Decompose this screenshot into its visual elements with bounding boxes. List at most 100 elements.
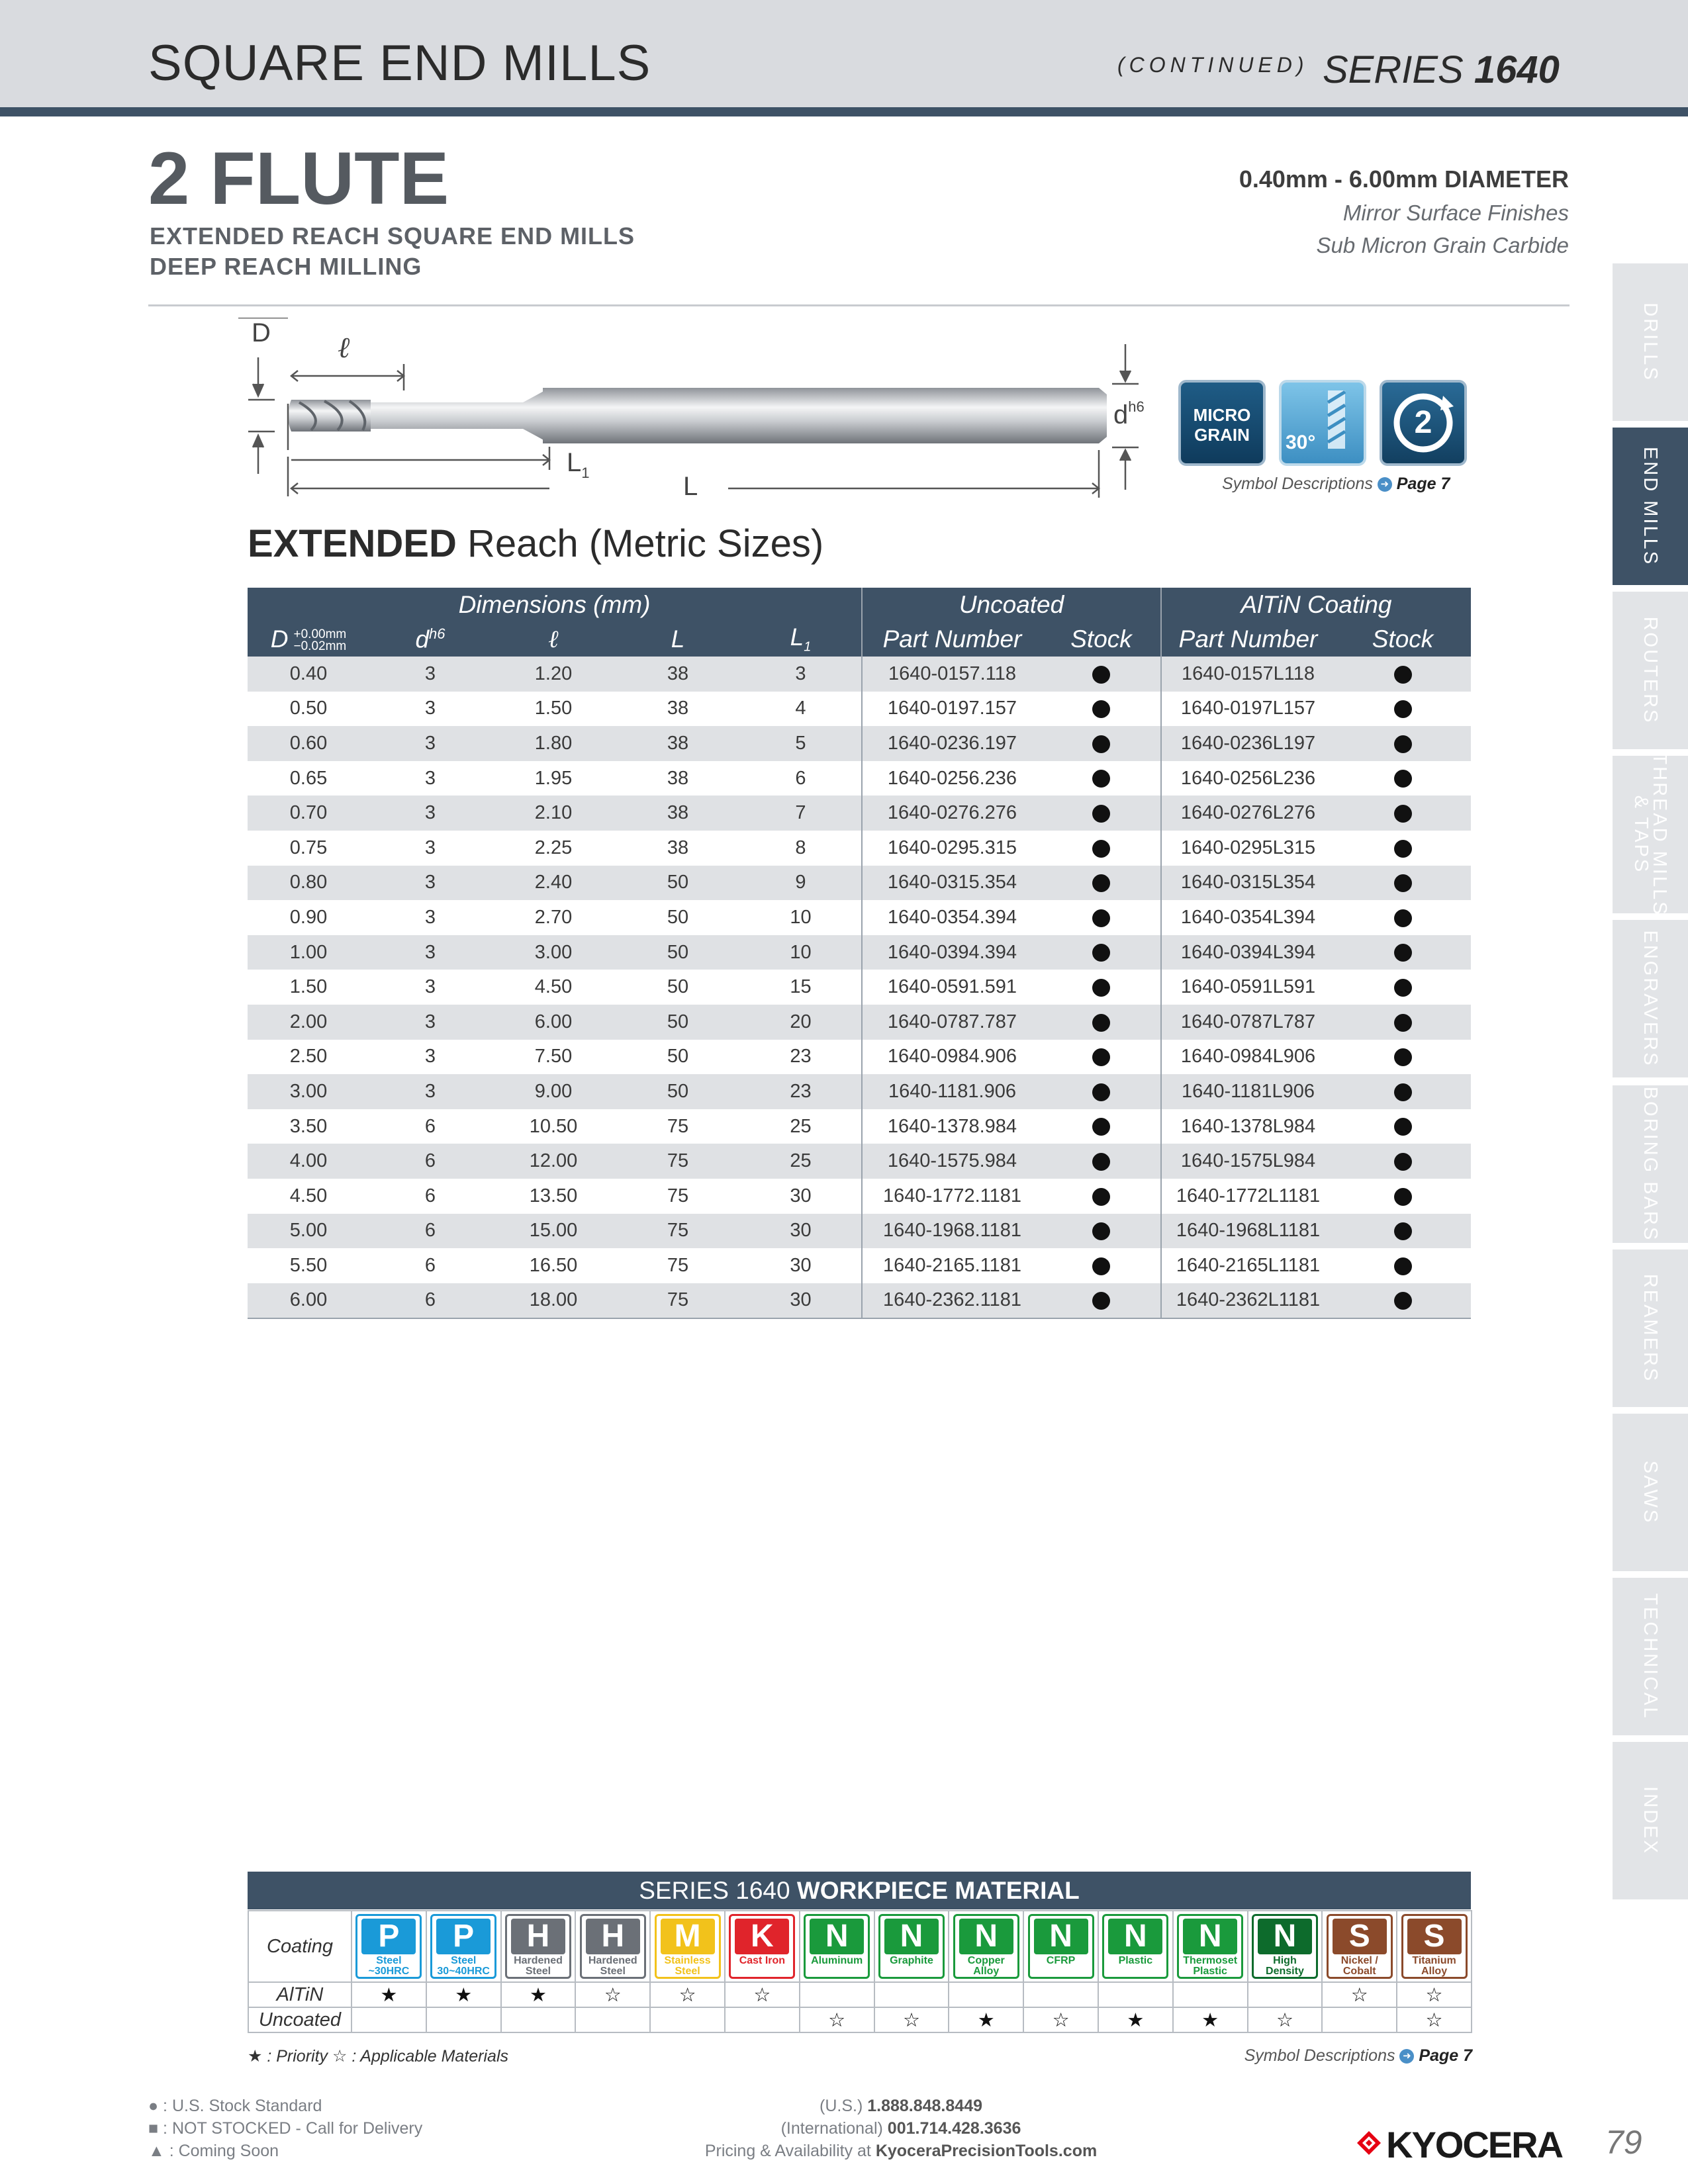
cell-part-altin: 1640-1181L906 [1160,1074,1335,1109]
diameter-range: 0.40mm - 6.00mm DIAMETER [1239,165,1569,193]
col-D: D +0.00mm −0.02mm [248,622,369,657]
material-letter: S [1407,1919,1462,1954]
altin-rating [1246,1981,1323,2008]
symbol-descriptions-link-2[interactable]: Symbol Descriptions ➜ Page 7 [1244,2046,1472,2066]
side-tab-thread-mills-taps[interactable]: THREAD MILLS & TAPS [1613,752,1688,917]
side-tab-engravers[interactable]: ENGRAVERS [1613,920,1688,1077]
material-name: Steel [376,1955,402,1966]
side-tab-drills[interactable]: DRILLS [1613,263,1688,421]
material-n-icon: N CFRP [1027,1914,1094,1979]
altin-rating: ☆ [1321,1981,1398,2008]
symbol-descriptions-link[interactable]: Symbol Descriptions ➜ Page 7 [1222,475,1450,494]
side-tab-boring-bars[interactable]: BORING BARS [1613,1085,1688,1243]
cell-part-uncoated: 1640-2362.1181 [861,1283,1042,1320]
cell-part-altin: 1640-1378L984 [1160,1109,1335,1144]
material-cell: M Stainless Steel [649,1910,726,1983]
stock-dot-icon [1092,1083,1110,1101]
helix-angle-badge: 30° [1279,380,1366,466]
cell-L: 50 [616,934,740,970]
micro-grain-line2: GRAIN [1194,425,1250,445]
cell-part-uncoated: 1640-1378.984 [861,1109,1042,1144]
feature-1: Mirror Surface Finishes [1342,201,1569,225]
cell-part-altin: 1640-0354L394 [1160,900,1335,935]
side-tab-routers[interactable]: ROUTERS [1613,592,1688,749]
kyocera-logo-icon [1357,2131,1381,2155]
cell-D: 1.50 [248,970,369,1005]
side-tab-end-mills[interactable]: END MILLS [1613,428,1688,585]
cell-stock-altin [1335,1248,1472,1283]
material-letter: N [959,1919,1013,1954]
cell-l: 9.00 [491,1074,616,1109]
cell-L: 75 [616,1248,740,1283]
col-L: L [616,622,740,657]
cell-part-uncoated: 1640-0295.315 [861,830,1042,866]
side-tab-saws[interactable]: SAWS [1613,1414,1688,1571]
material-n-icon: N Thermoset Plastic [1177,1914,1244,1979]
stock-dot-icon [1092,770,1110,788]
material-letter: P [361,1919,416,1954]
cell-D: 4.50 [248,1178,369,1214]
material-sub: Alloy [1421,1966,1448,1977]
series-number: 1640 [1474,48,1560,91]
material-letter: N [1183,1919,1238,1954]
helix-icon: 30° [1286,390,1346,453]
cell-part-uncoated: 1640-1575.984 [861,1144,1042,1179]
material-letter: N [884,1919,939,1954]
cell-L1: 23 [740,1039,862,1075]
cell-L: 75 [616,1283,740,1320]
cell-stock-altin [1335,760,1472,796]
stock-dot-icon [1393,1257,1412,1275]
metric-sizes-table: Dimensions (mm) Uncoated AlTiN Coating D… [248,588,1472,1320]
cell-D: 0.90 [248,900,369,935]
cell-stock-uncoated [1042,1074,1162,1109]
cell-stock-altin [1335,726,1472,761]
cell-L: 75 [616,1213,740,1249]
stock-dot-icon [1393,1048,1412,1067]
cell-l: 16.50 [491,1248,616,1283]
stock-dot-icon [1092,1292,1110,1310]
cell-d: 3 [369,865,491,901]
altin-rating [1172,1981,1248,2008]
row-altin-label: AlTiN [248,1981,352,2008]
material-letter: N [1257,1919,1312,1954]
material-cell: S Nickel / Cobalt [1321,1910,1398,1983]
cell-part-altin: 1640-1575L984 [1160,1144,1335,1179]
cell-D: 0.75 [248,830,369,866]
col-stock-altin: Stock [1335,622,1472,657]
cell-L: 75 [616,1144,740,1179]
col-L1: L1 [740,622,862,657]
table-row: 2.50 3 7.50 50 23 1640-0984.906 1640-0984L906 [248,1039,1472,1075]
micro-grain-line1: MICRO [1193,405,1251,425]
star-legend: ★ : Priority ☆ : Applicable Materials [248,2047,509,2066]
material-name: Cast Iron [739,1955,786,1966]
cell-stock-altin [1335,1144,1472,1179]
cell-L1: 25 [740,1109,862,1144]
altin-rating: ☆ [649,1981,726,2008]
side-tab-reamers[interactable]: REAMERS [1613,1250,1688,1407]
label-L1: L1 [567,448,590,481]
website-link[interactable]: KyoceraPrecisionTools.com [876,2142,1097,2160]
cell-L1: 23 [740,1074,862,1109]
subtitle-1: EXTENDED REACH SQUARE END MILLS [150,222,635,250]
cell-stock-uncoated [1042,1213,1162,1249]
uncoated-rating [724,2007,800,2033]
side-tab-technical[interactable]: TECHNICAL [1613,1578,1688,1735]
cell-stock-uncoated [1042,691,1162,727]
cell-L: 38 [616,657,740,692]
material-cell: HHardened Steel~68HRC [575,1910,651,1983]
cell-d: 3 [369,830,491,866]
cell-d: 3 [369,900,491,935]
material-cell: P Steel 30~40HRC [425,1910,502,1983]
cell-d: 6 [369,1178,491,1214]
cell-stock-uncoated [1042,1144,1162,1179]
table-row: 0.80 3 2.40 50 9 1640-0315.354 1640-0315L354 [248,865,1472,901]
cell-stock-altin [1335,970,1472,1005]
material-name: Thermoset [1183,1955,1238,1966]
cell-L: 50 [616,970,740,1005]
cell-stock-altin [1335,1283,1472,1320]
side-tab-index[interactable]: INDEX [1613,1742,1688,1899]
cell-l: 1.95 [491,760,616,796]
col-stock-uncoated: Stock [1042,622,1162,657]
altin-rating: ★ [500,1981,577,2008]
cell-d: 3 [369,934,491,970]
